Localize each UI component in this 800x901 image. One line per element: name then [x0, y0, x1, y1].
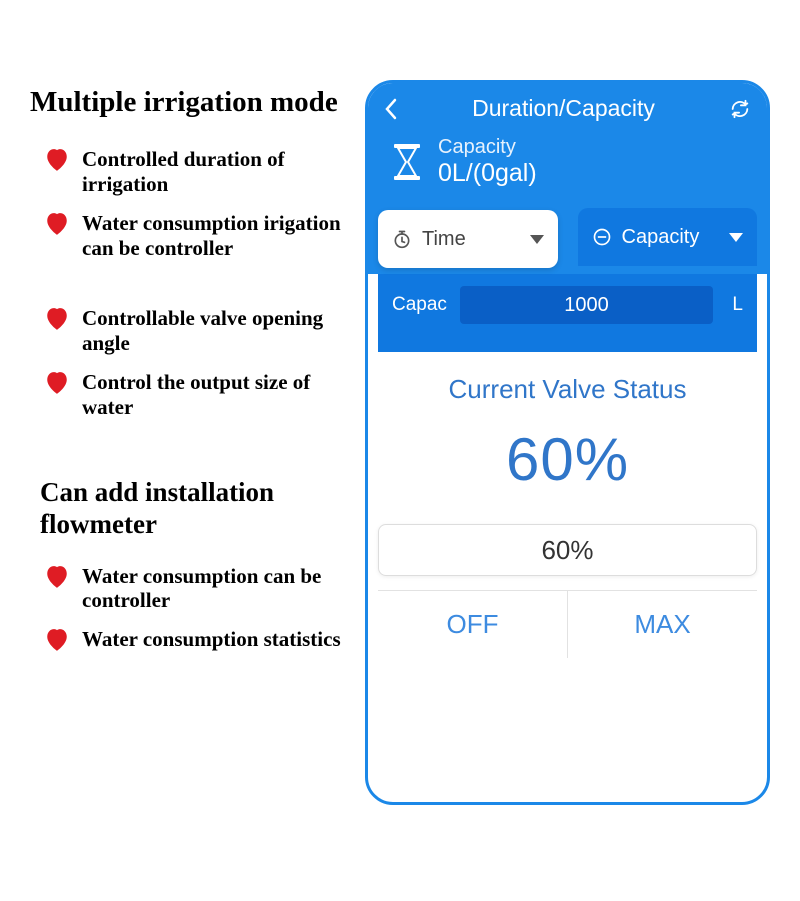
- max-button[interactable]: MAX: [568, 591, 757, 658]
- heart-icon: [44, 371, 70, 395]
- valve-slider[interactable]: 60%: [378, 524, 757, 576]
- heart-icon: [44, 565, 70, 589]
- phone-frame: Duration/Capacity Capacity 0L/(0gal) Tim…: [365, 80, 770, 805]
- capacity-value: 0L/(0gal): [438, 159, 537, 188]
- capacity-input-label: Capac: [392, 294, 450, 316]
- list-item: Water consumption irigation can be contr…: [44, 211, 350, 261]
- heart-icon: [44, 307, 70, 331]
- clock-icon: [392, 229, 412, 249]
- bullet-text: Water consumption can be controller: [82, 564, 350, 614]
- refresh-icon[interactable]: [729, 98, 751, 120]
- chevron-down-icon: [530, 235, 544, 244]
- tab-time-label: Time: [422, 228, 520, 251]
- bullet-text: Water consumption statistics: [82, 627, 341, 652]
- hourglass-icon: [390, 142, 424, 182]
- valve-percent: 60%: [386, 425, 749, 494]
- capacity-unit: L: [723, 294, 743, 316]
- tab-capacity-label: Capacity: [622, 226, 720, 249]
- heart-icon: [44, 212, 70, 236]
- bullet-text: Controlled duration of irrigation: [82, 147, 350, 197]
- list-item: Controllable valve opening angle: [44, 306, 350, 356]
- bullet-text: Water consumption irigation can be contr…: [82, 211, 350, 261]
- heart-icon: [44, 628, 70, 652]
- capacity-icon: [592, 227, 612, 247]
- heading-modes: Multiple irrigation mode: [30, 86, 350, 119]
- list-item: Control the output size of water: [44, 370, 350, 420]
- capacity-input[interactable]: 1000: [460, 286, 713, 324]
- tab-time[interactable]: Time: [378, 210, 558, 268]
- back-icon[interactable]: [384, 98, 398, 120]
- off-button[interactable]: OFF: [378, 591, 568, 658]
- capacity-label: Capacity: [438, 136, 537, 159]
- chevron-down-icon: [729, 233, 743, 242]
- list-item: Water consumption can be controller: [44, 564, 350, 614]
- heading-flowmeter: Can add installation flowmeter: [40, 477, 350, 539]
- page-title: Duration/Capacity: [472, 95, 655, 122]
- list-item: Water consumption statistics: [44, 627, 350, 652]
- heart-icon: [44, 148, 70, 172]
- valve-status-title: Current Valve Status: [386, 374, 749, 405]
- bullet-text: Control the output size of water: [82, 370, 350, 420]
- bullet-text: Controllable valve opening angle: [82, 306, 350, 356]
- list-item: Controlled duration of irrigation: [44, 147, 350, 197]
- tab-capacity[interactable]: Capacity: [578, 208, 758, 266]
